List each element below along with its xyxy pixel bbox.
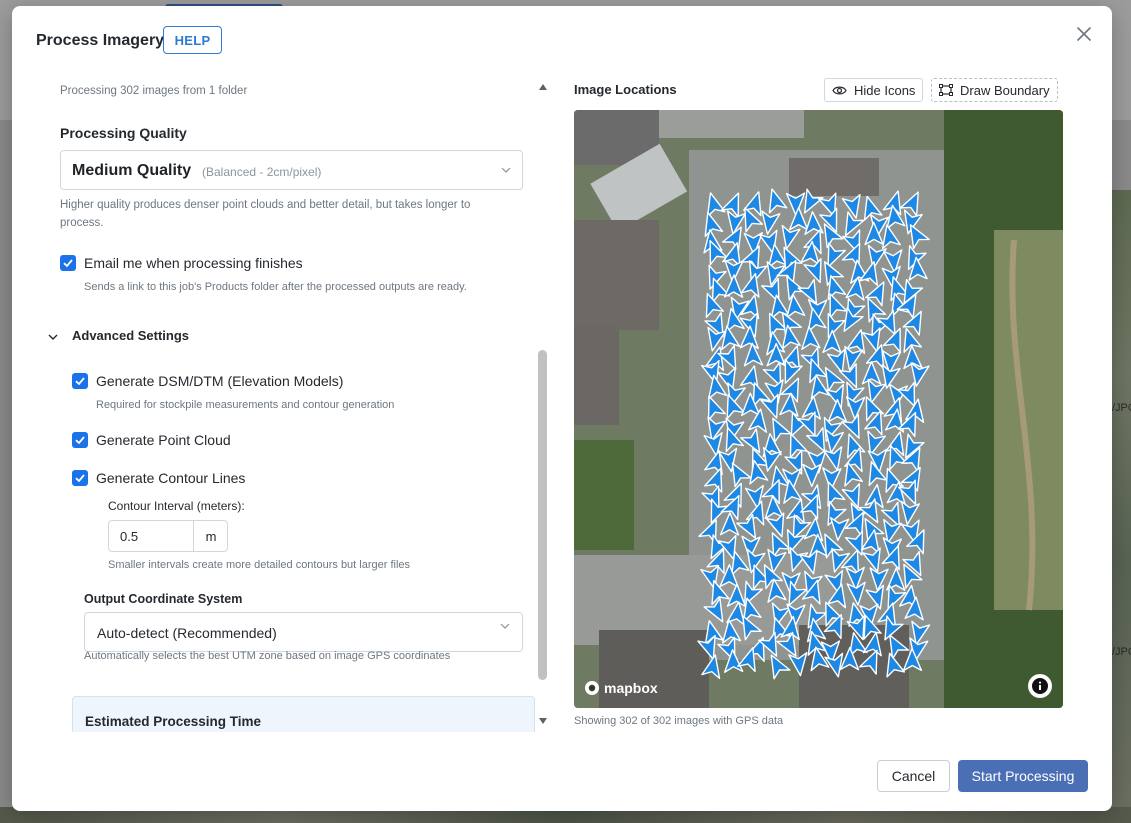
building-roof (599, 630, 709, 708)
contour-interval-value: 0.5 (120, 529, 139, 544)
map-caption: Showing 302 of 302 images with GPS data (574, 715, 784, 727)
advanced-settings-label: Advanced Settings (72, 328, 190, 343)
contours-checkbox[interactable] (72, 470, 88, 486)
quality-selected: Medium Quality (72, 162, 192, 179)
backdrop-thumbnail-strip (1111, 190, 1131, 810)
dialog-title: Process Imagery (36, 32, 165, 49)
dsm-help: Required for stockpile measurements and … (96, 399, 395, 411)
triangle-up-icon (539, 84, 547, 90)
contour-interval-input[interactable]: 0.5 m (108, 520, 228, 552)
quality-help-line2: process. (60, 217, 104, 229)
grass-strip (994, 230, 1063, 610)
cancel-button[interactable]: Cancel (877, 760, 950, 792)
info-icon (1032, 678, 1048, 694)
map-canvas (574, 110, 1063, 708)
contour-interval-unit: m (193, 521, 228, 551)
draw-boundary-label: Draw Boundary (960, 82, 1050, 98)
estimate-panel: Estimated Processing Time (72, 696, 535, 732)
check-icon (63, 259, 73, 268)
mapbox-icon (585, 681, 599, 695)
settings-panel: Processing 302 images from 1 folder Proc… (36, 72, 536, 732)
hide-icons-label: Hide Icons (854, 82, 916, 98)
scroll-down-button[interactable] (536, 714, 550, 728)
scroll-thumb[interactable] (538, 350, 547, 680)
estimate-title: Estimated Processing Time (85, 714, 262, 729)
scroll-up-button[interactable] (536, 80, 550, 94)
chevron-down-icon (501, 167, 511, 173)
chevron-down-icon (48, 334, 58, 340)
close-button[interactable] (1074, 24, 1094, 44)
coordinate-system-select[interactable]: Auto-detect (Recommended) (84, 612, 523, 652)
close-icon (1077, 27, 1091, 41)
chevron-down-icon (500, 623, 510, 629)
image-locations-map[interactable]: mapbox (574, 110, 1063, 708)
hide-icons-button[interactable]: Hide Icons (824, 78, 924, 102)
mapbox-logo: mapbox (584, 680, 658, 696)
lawn (574, 440, 634, 550)
settings-scrollbar[interactable] (536, 78, 550, 734)
coordinate-system-help: Automatically selects the best UTM zone … (84, 650, 451, 662)
boundary-icon (939, 84, 953, 96)
point-cloud-label: Generate Point Cloud (96, 432, 231, 448)
dsm-label: Generate DSM/DTM (Elevation Models) (96, 373, 344, 389)
coordinate-system-label: Output Coordinate System (84, 592, 243, 606)
coordinate-system-selected: Auto-detect (Recommended) (97, 625, 277, 641)
draw-boundary-button[interactable]: Draw Boundary (931, 78, 1058, 102)
contour-interval-help: Smaller intervals create more detailed c… (108, 559, 411, 571)
contour-interval-label: Contour Interval (meters): (108, 499, 245, 513)
quality-selected-note: (Balanced - 2cm/pixel) (202, 165, 322, 179)
point-cloud-checkbox[interactable] (72, 432, 88, 448)
processing-summary: Processing 302 images from 1 folder (60, 85, 248, 97)
eye-icon (832, 86, 847, 94)
check-icon (75, 436, 85, 445)
triangle-down-icon (539, 718, 547, 724)
backdrop-file-label: /JPG (1112, 646, 1131, 658)
quality-select[interactable]: Medium Quality (Balanced - 2cm/pixel) (60, 150, 523, 190)
map-title: Image Locations (574, 82, 677, 97)
building-roof (574, 325, 619, 425)
help-button[interactable]: HELP (163, 26, 222, 54)
quality-help-line1: Higher quality produces denser point clo… (60, 199, 471, 211)
check-icon (75, 474, 85, 483)
backdrop-file-label: /JPG (1112, 402, 1131, 414)
quality-label: Processing Quality (60, 125, 187, 141)
email-help: Sends a link to this job's Products fold… (84, 281, 467, 293)
building-roof (574, 220, 659, 330)
building-roof (789, 158, 879, 196)
dsm-checkbox[interactable] (72, 373, 88, 389)
start-processing-button[interactable]: Start Processing (958, 760, 1088, 792)
email-label: Email me when processing finishes (84, 255, 303, 271)
contours-label: Generate Contour Lines (96, 470, 246, 486)
map-info-button[interactable] (1028, 674, 1052, 698)
mapbox-wordmark: mapbox (604, 680, 658, 696)
process-imagery-dialog: Process Imagery HELP Processing 302 imag… (12, 6, 1112, 811)
check-icon (75, 377, 85, 386)
email-checkbox[interactable] (60, 255, 76, 271)
